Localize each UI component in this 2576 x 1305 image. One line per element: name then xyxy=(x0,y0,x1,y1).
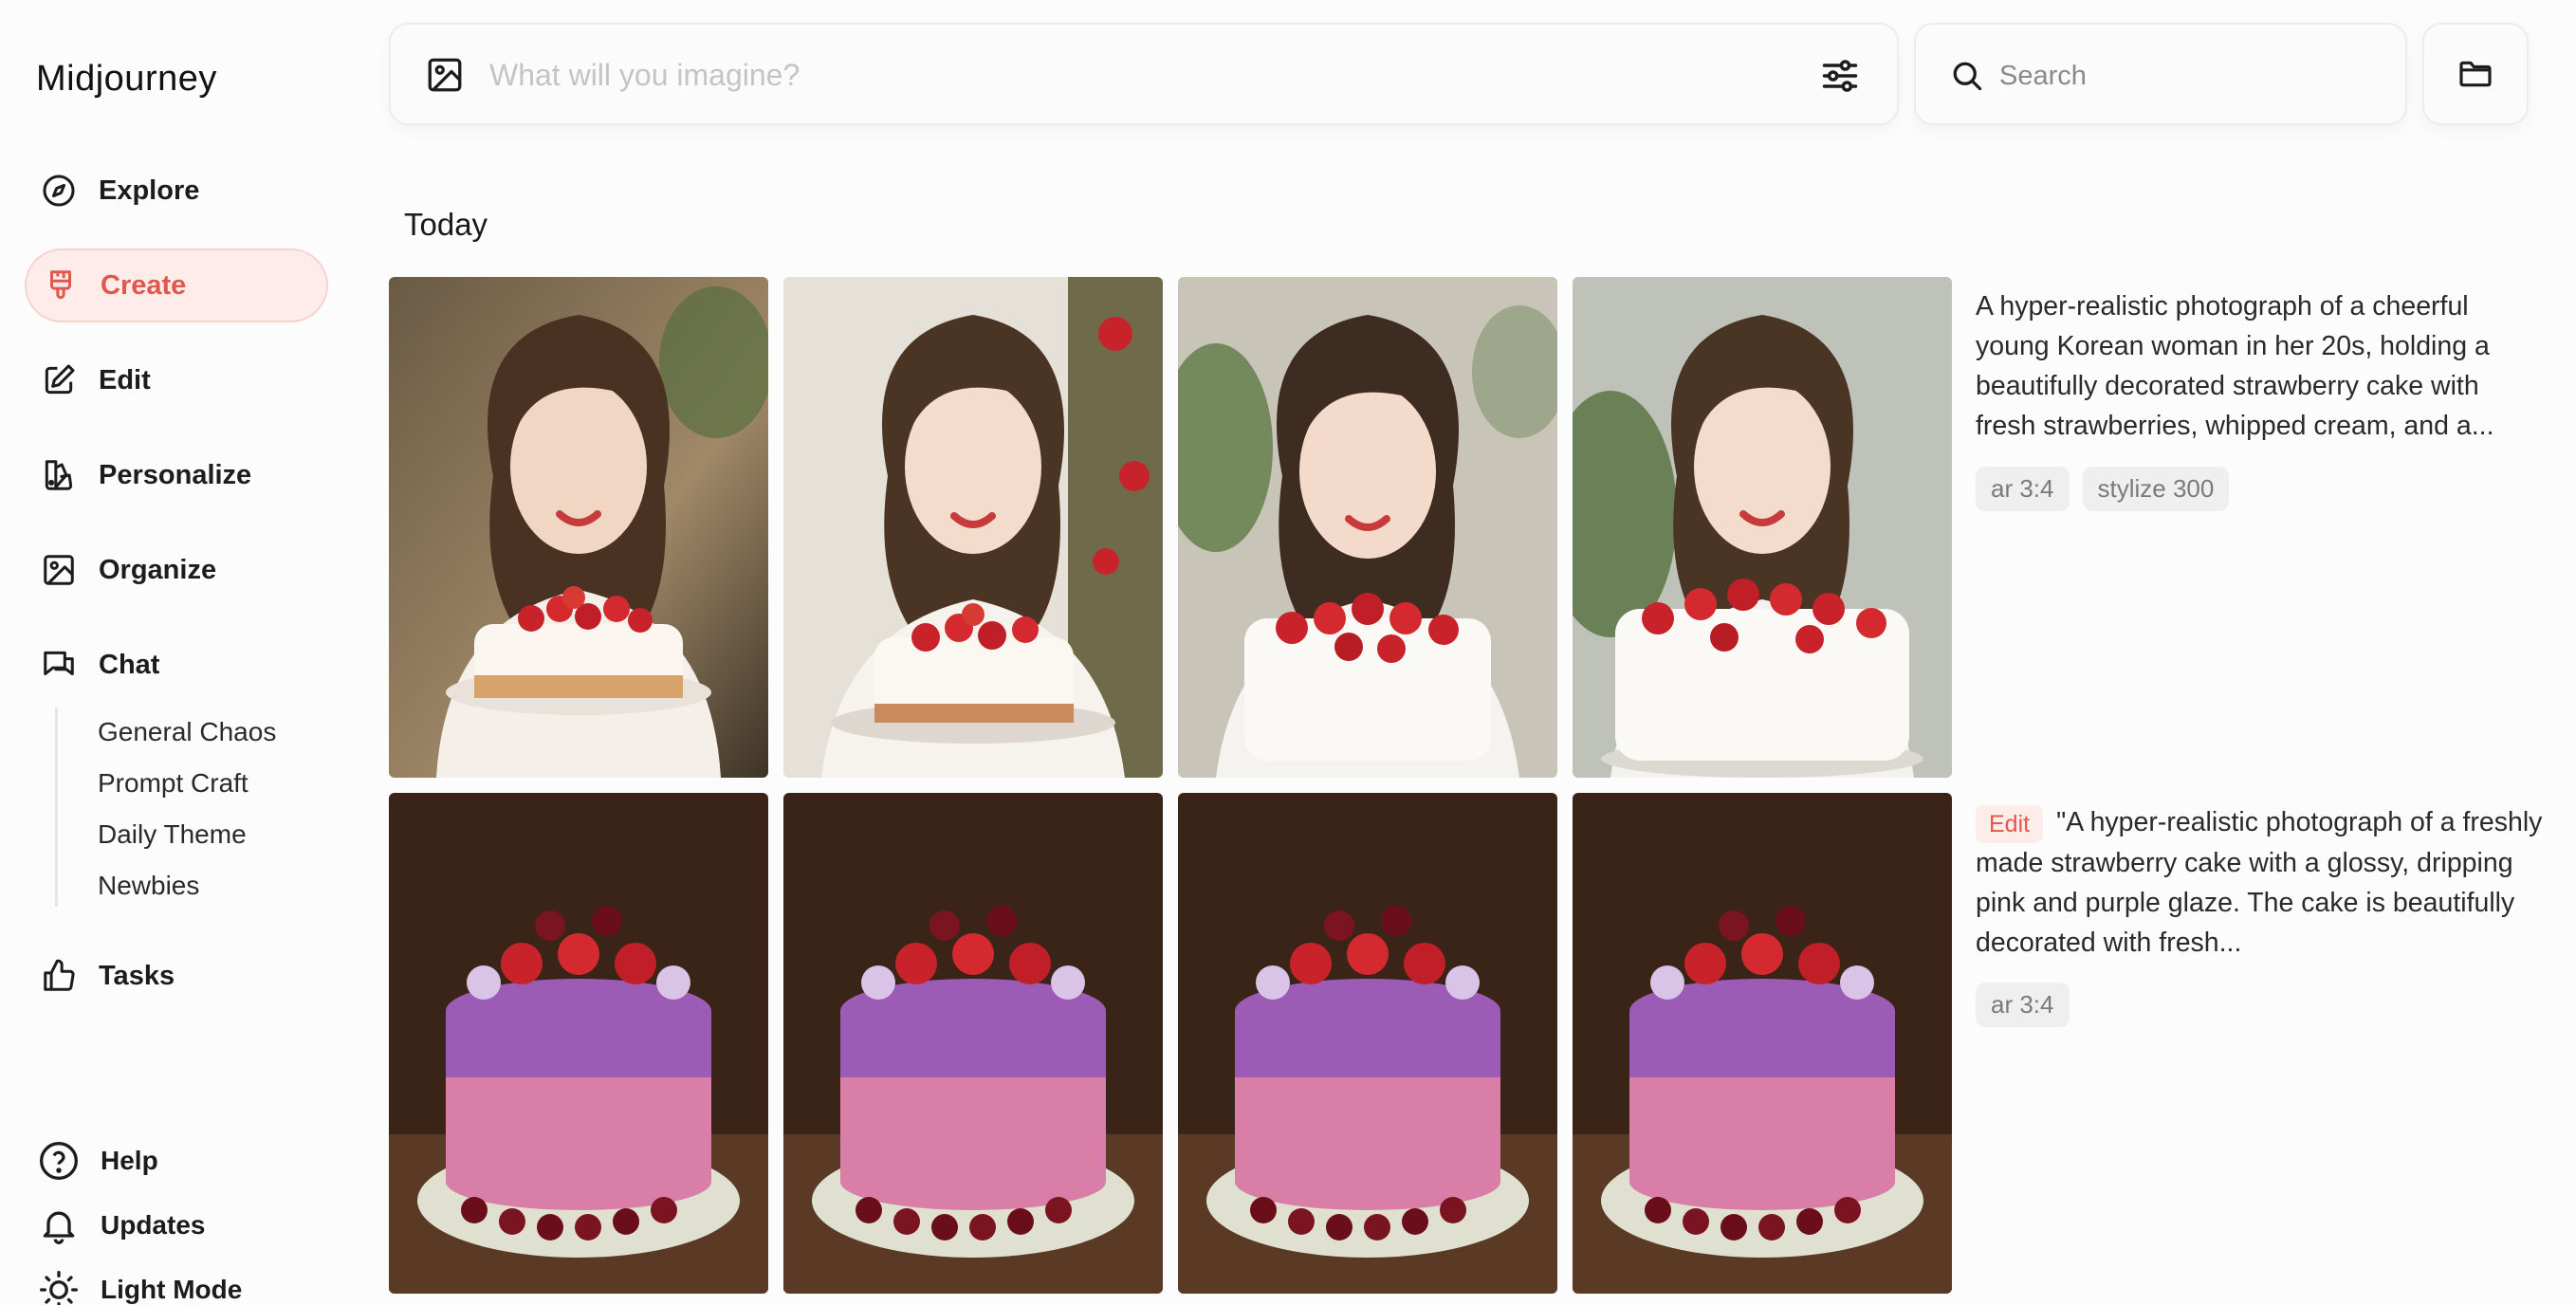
settings-sliders-icon[interactable] xyxy=(1819,55,1861,97)
image-upload-icon[interactable] xyxy=(425,55,465,95)
strawberry-cake-image xyxy=(1178,793,1557,1294)
nav-explore[interactable]: Explore xyxy=(25,154,328,228)
palette-icon xyxy=(40,456,78,494)
help-link[interactable]: Help xyxy=(38,1140,158,1182)
edit-icon xyxy=(40,361,78,399)
strawberry-cake-image xyxy=(1573,793,1952,1294)
job-row: A hyper-realistic photograph of a cheerf… xyxy=(389,277,2570,780)
nav-label: Chat xyxy=(99,649,160,680)
brand-logo[interactable]: Midjourney xyxy=(36,59,217,100)
job-row: Edit "A hyper-realistic photograph of a f… xyxy=(389,793,2570,1296)
image-icon xyxy=(40,551,78,589)
chat-icon xyxy=(40,646,78,684)
result-image[interactable] xyxy=(783,793,1163,1294)
woman-cake-image xyxy=(783,277,1163,778)
sun-icon xyxy=(40,1271,78,1305)
param-tag[interactable]: stylize 300 xyxy=(2082,467,2230,511)
nav-label: Explore xyxy=(99,175,200,206)
search-icon xyxy=(1953,62,1982,91)
folder-icon xyxy=(2459,61,2492,87)
light-mode-label: Light Mode xyxy=(101,1275,243,1304)
brush-icon xyxy=(42,267,80,304)
updates-link[interactable]: Updates xyxy=(38,1204,205,1246)
help-label: Help xyxy=(101,1146,158,1175)
updates-label: Updates xyxy=(101,1210,206,1240)
prompt-text-content: A hyper-realistic photograph of a cheerf… xyxy=(1976,291,2494,441)
chat-room-list: General Chaos Prompt Craft Daily Theme N… xyxy=(55,708,302,907)
light-mode-toggle[interactable]: Light Mode xyxy=(38,1269,242,1305)
nav-label: Edit xyxy=(99,364,151,395)
nav-tasks[interactable]: Tasks xyxy=(25,939,328,1013)
strawberry-cake-image xyxy=(783,793,1163,1294)
result-image[interactable] xyxy=(389,793,768,1294)
nav-label: Create xyxy=(101,269,187,301)
prompt-text-body: "A hyper-realistic photograph of a fresh… xyxy=(1976,807,2543,958)
chat-room-newbies[interactable]: Newbies xyxy=(98,871,199,901)
nav-personalize[interactable]: Personalize xyxy=(25,438,328,512)
chat-room-general-chaos[interactable]: General Chaos xyxy=(98,717,276,747)
param-tags: ar 3:4 stylize 300 xyxy=(1976,467,2230,511)
result-image[interactable] xyxy=(1178,793,1557,1294)
thumbs-up-icon xyxy=(40,957,78,995)
result-image[interactable] xyxy=(389,277,768,778)
woman-cake-image xyxy=(1573,277,1952,778)
prompt-bar xyxy=(389,23,1899,125)
param-tags: ar 3:4 xyxy=(1976,983,2070,1027)
prompt-text-content: Edit "A hyper-realistic photograph of a f… xyxy=(1976,802,2545,963)
search-input[interactable] xyxy=(1999,53,2379,99)
strawberry-cake-image xyxy=(389,793,768,1294)
nav-organize[interactable]: Organize xyxy=(25,533,328,607)
nav-create[interactable]: Create xyxy=(25,248,328,322)
result-image[interactable] xyxy=(783,277,1163,778)
result-image[interactable] xyxy=(1573,277,1952,778)
woman-cake-image xyxy=(389,277,768,778)
search-bar xyxy=(1914,23,2407,125)
app-root: Midjourney Explore Create Edit Personali… xyxy=(0,0,2576,1305)
compass-icon xyxy=(40,172,78,210)
help-icon xyxy=(40,1142,78,1180)
nav-chat[interactable]: Chat xyxy=(25,628,328,702)
edit-badge[interactable]: Edit xyxy=(1976,805,2044,843)
sidebar: Midjourney Explore Create Edit Personali… xyxy=(0,0,351,1305)
section-title-today: Today xyxy=(404,207,488,242)
bell-icon xyxy=(43,1211,75,1244)
result-image[interactable] xyxy=(1178,277,1557,778)
chat-room-daily-theme[interactable]: Daily Theme xyxy=(98,819,247,850)
nav-label: Tasks xyxy=(99,960,175,991)
woman-cake-image xyxy=(1178,277,1557,778)
prompt-input[interactable] xyxy=(489,51,1722,99)
chat-room-prompt-craft[interactable]: Prompt Craft xyxy=(98,768,248,799)
param-tag[interactable]: ar 3:4 xyxy=(1976,467,2070,511)
nav-label: Personalize xyxy=(99,459,252,490)
folder-button[interactable] xyxy=(2422,23,2529,125)
param-tag[interactable]: ar 3:4 xyxy=(1976,983,2070,1027)
prompt-text[interactable]: Edit "A hyper-realistic photograph of a f… xyxy=(1976,802,2545,963)
nav-edit[interactable]: Edit xyxy=(25,343,328,417)
nav-label: Organize xyxy=(99,554,217,585)
result-image[interactable] xyxy=(1573,793,1952,1294)
prompt-text[interactable]: A hyper-realistic photograph of a cheerf… xyxy=(1976,286,2545,446)
